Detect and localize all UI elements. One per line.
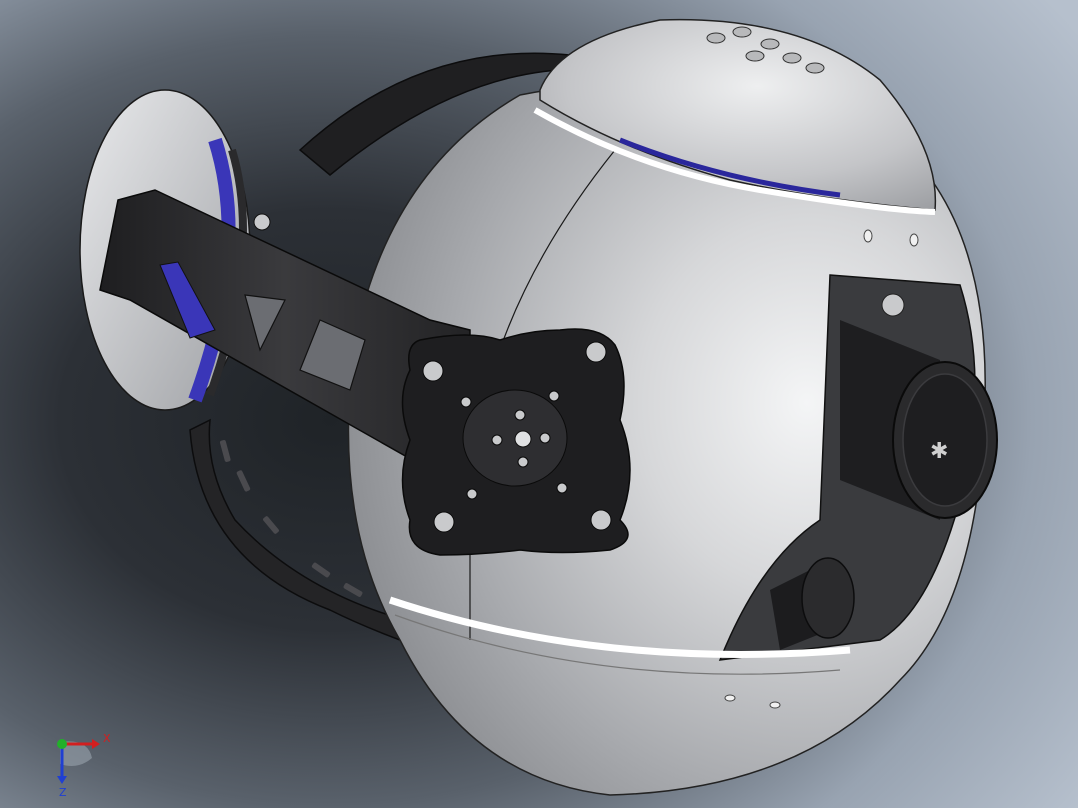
3d-model-view[interactable]: ✱ bbox=[0, 0, 1078, 808]
graphics-viewport[interactable]: ✱ X Z bbox=[0, 0, 1078, 808]
mount-plate[interactable] bbox=[401, 328, 631, 556]
view-orientation-triad: X Z bbox=[57, 732, 111, 799]
y-axis-dot bbox=[57, 739, 67, 749]
svg-text:✱: ✱ bbox=[930, 439, 948, 464]
z-axis-label: Z bbox=[59, 786, 67, 799]
x-axis-label: X bbox=[103, 732, 111, 745]
